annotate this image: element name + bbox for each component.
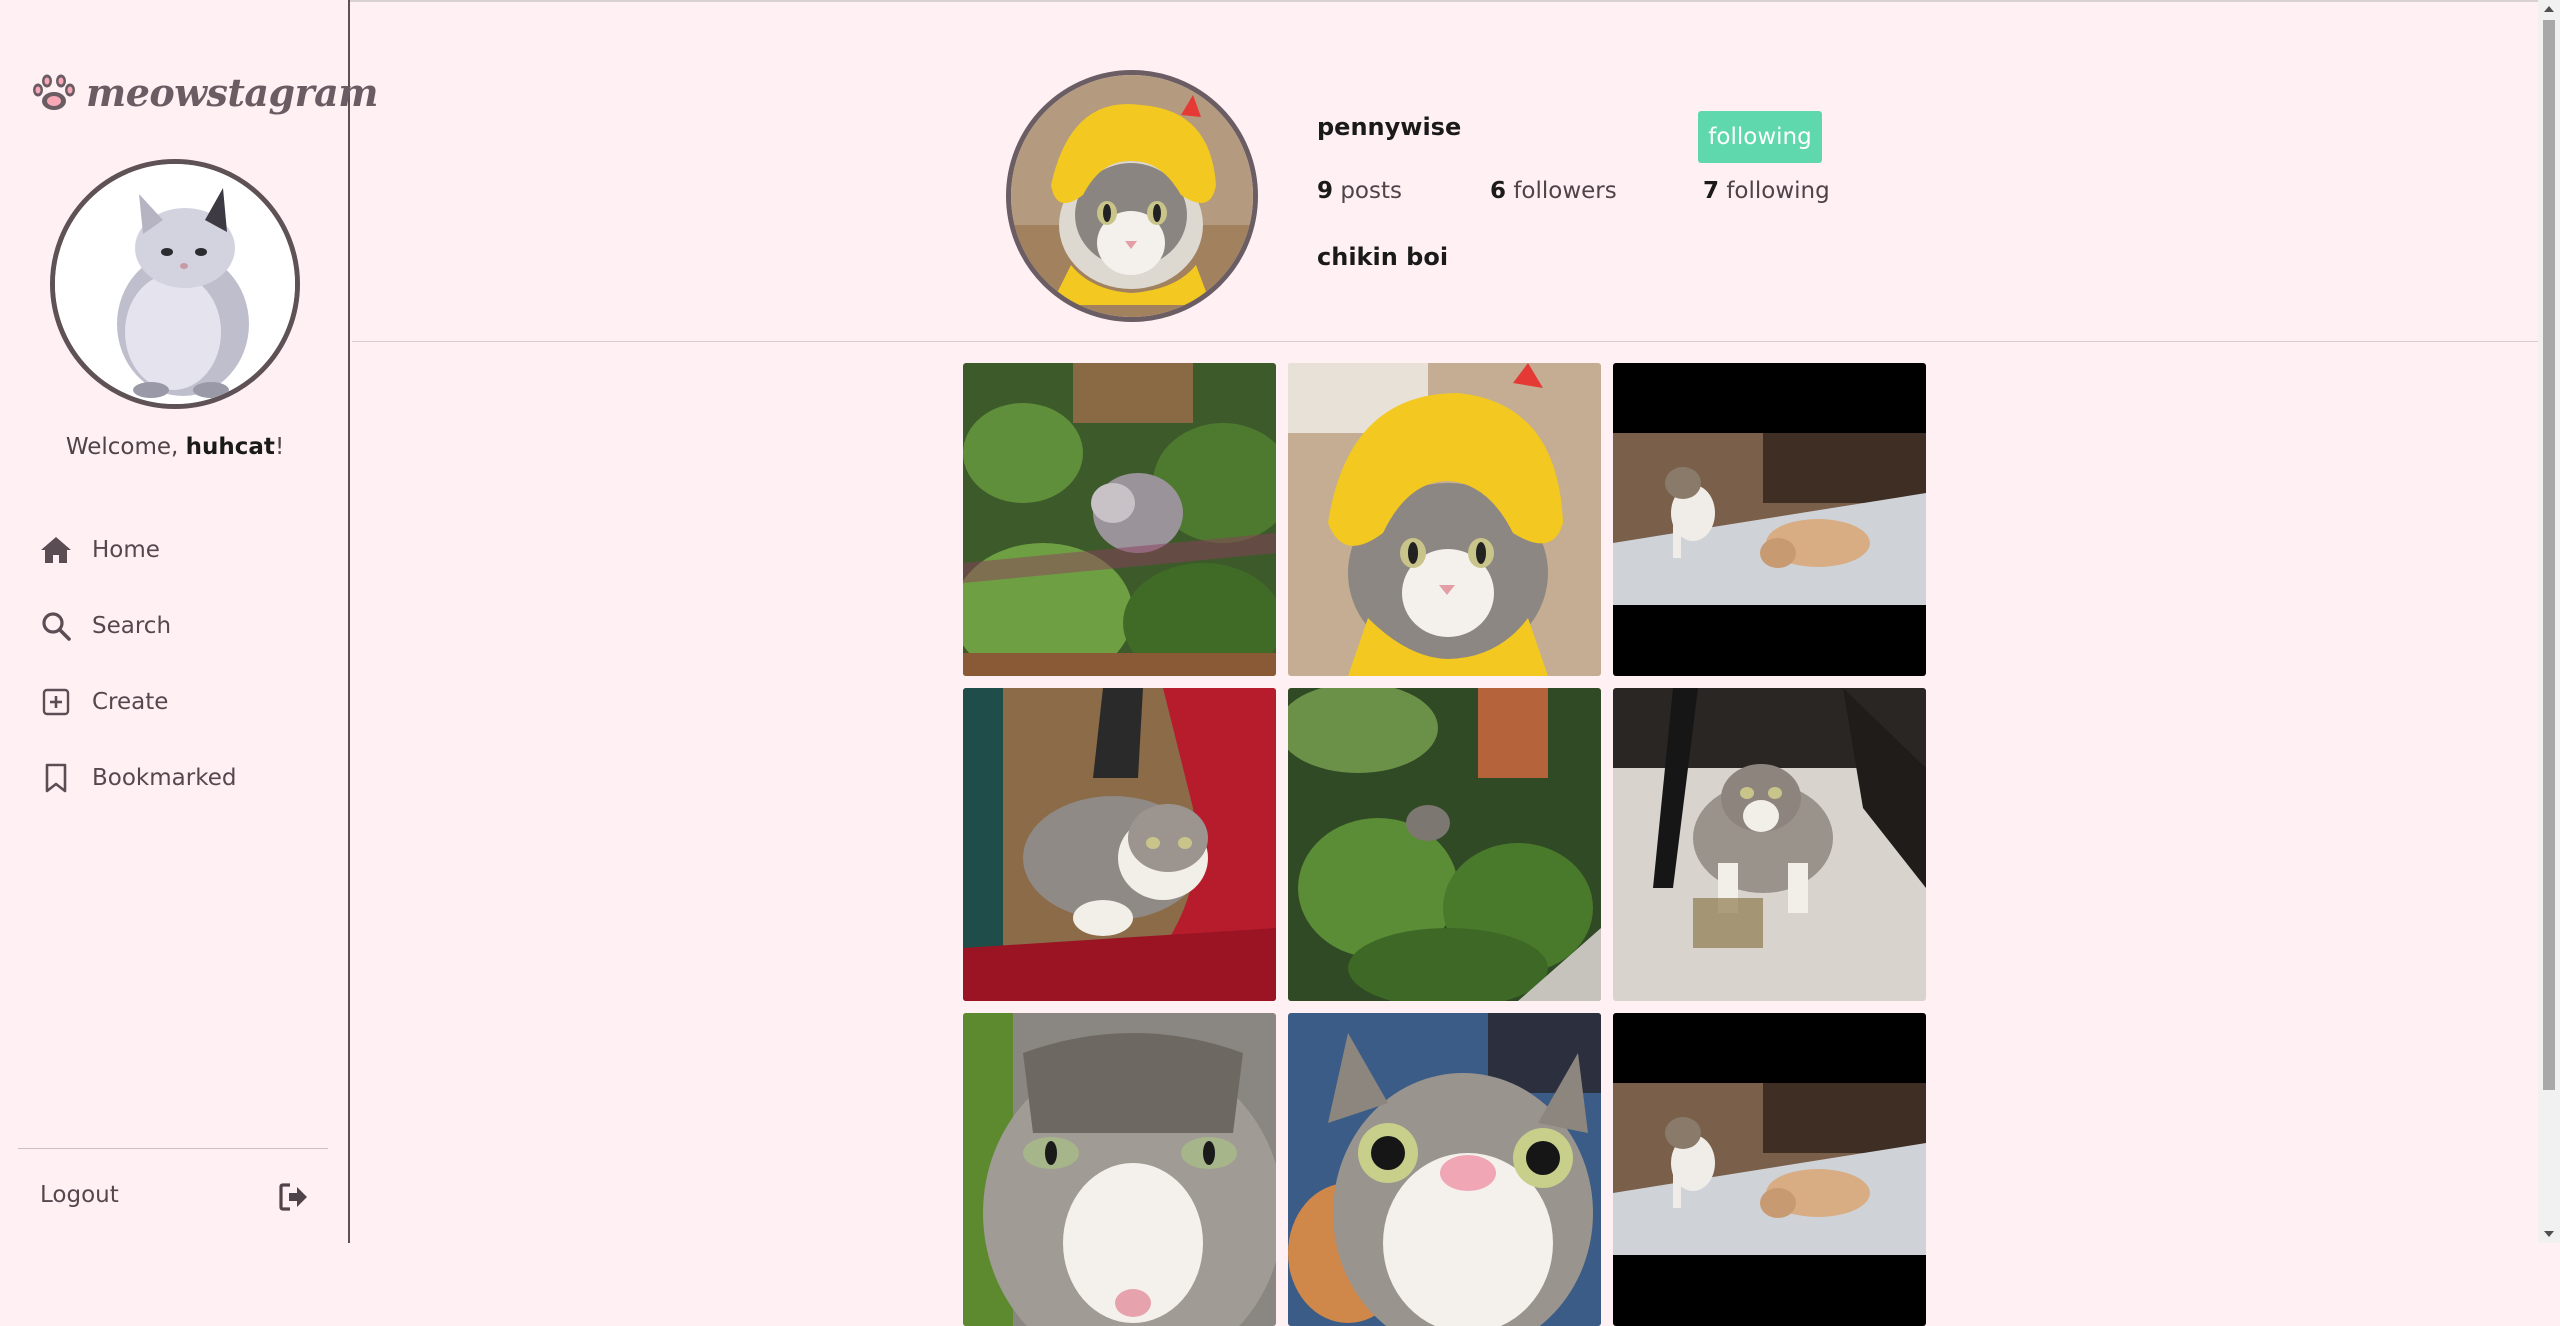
cat-closeup-face-image	[963, 1013, 1276, 1326]
post-thumbnail[interactable]	[1613, 688, 1926, 1001]
followers-count[interactable]: 6 followers	[1490, 178, 1617, 204]
profile-avatar[interactable]	[1006, 70, 1258, 322]
nav-create[interactable]: Create	[38, 684, 168, 720]
following-button[interactable]: following	[1698, 111, 1822, 163]
post-thumbnail[interactable]	[1288, 1013, 1601, 1326]
window-top-border	[0, 0, 2560, 2]
page-scrollbar[interactable]	[2538, 0, 2560, 1243]
sign-out-icon[interactable]	[278, 1181, 310, 1213]
post-thumbnail[interactable]	[1288, 363, 1601, 676]
header-divider	[352, 341, 2538, 342]
post-thumbnail[interactable]	[963, 1013, 1276, 1326]
current-username: huhcat	[185, 434, 275, 460]
scroll-up-arrow-icon[interactable]	[2544, 6, 2554, 12]
cat-in-garden-image	[1288, 688, 1601, 1001]
following-count[interactable]: 7 following	[1703, 178, 1830, 204]
brand-logo[interactable]: meowstagram	[30, 70, 378, 115]
two-cats-on-bed-image	[1613, 1013, 1926, 1326]
search-icon	[38, 608, 74, 644]
cat-yellow-hat-image	[1288, 363, 1601, 676]
plus-square-icon	[38, 684, 74, 720]
scroll-down-arrow-icon[interactable]	[2544, 1231, 2554, 1237]
two-cats-on-bed-image	[1613, 363, 1926, 676]
profile-bio: chikin boi	[1317, 243, 1449, 271]
scrollbar-thumb[interactable]	[2543, 20, 2555, 1090]
post-thumbnail[interactable]	[1613, 363, 1926, 676]
nav-create-label: Create	[92, 689, 169, 715]
post-thumbnail[interactable]	[1288, 688, 1601, 1001]
cat-in-plants-image	[963, 363, 1276, 676]
current-user-avatar[interactable]	[50, 159, 300, 409]
nav-bookmarked-label: Bookmarked	[92, 765, 237, 791]
cat-under-chair-image	[1613, 688, 1926, 1001]
cat-in-bag-image	[963, 688, 1276, 1001]
logout-button[interactable]: Logout	[40, 1182, 119, 1208]
brand-name: meowstagram	[86, 70, 378, 115]
profile-username: pennywise	[1317, 113, 1462, 141]
sidebar-divider	[18, 1148, 328, 1149]
nav-search[interactable]: Search	[38, 608, 171, 644]
bookmark-icon	[38, 760, 74, 796]
nav-home[interactable]: Home	[38, 532, 160, 568]
nav-home-label: Home	[92, 537, 160, 563]
cat-yellow-hat-avatar-image	[1011, 75, 1253, 317]
welcome-message: Welcome, huhcat!	[65, 434, 285, 460]
cat-selfie-image	[1288, 1013, 1601, 1326]
sidebar: meowstagram Welcome, huhcat! Home Search	[0, 0, 378, 1243]
home-icon	[38, 532, 74, 568]
posts-count: 9 posts	[1317, 178, 1402, 204]
post-thumbnail[interactable]	[1613, 1013, 1926, 1326]
paw-icon	[33, 74, 75, 110]
post-thumbnail[interactable]	[963, 688, 1276, 1001]
nav-bookmarked[interactable]: Bookmarked	[38, 760, 236, 796]
nav-search-label: Search	[92, 613, 172, 639]
post-thumbnail[interactable]	[963, 363, 1276, 676]
white-cat-avatar-image	[55, 164, 295, 404]
